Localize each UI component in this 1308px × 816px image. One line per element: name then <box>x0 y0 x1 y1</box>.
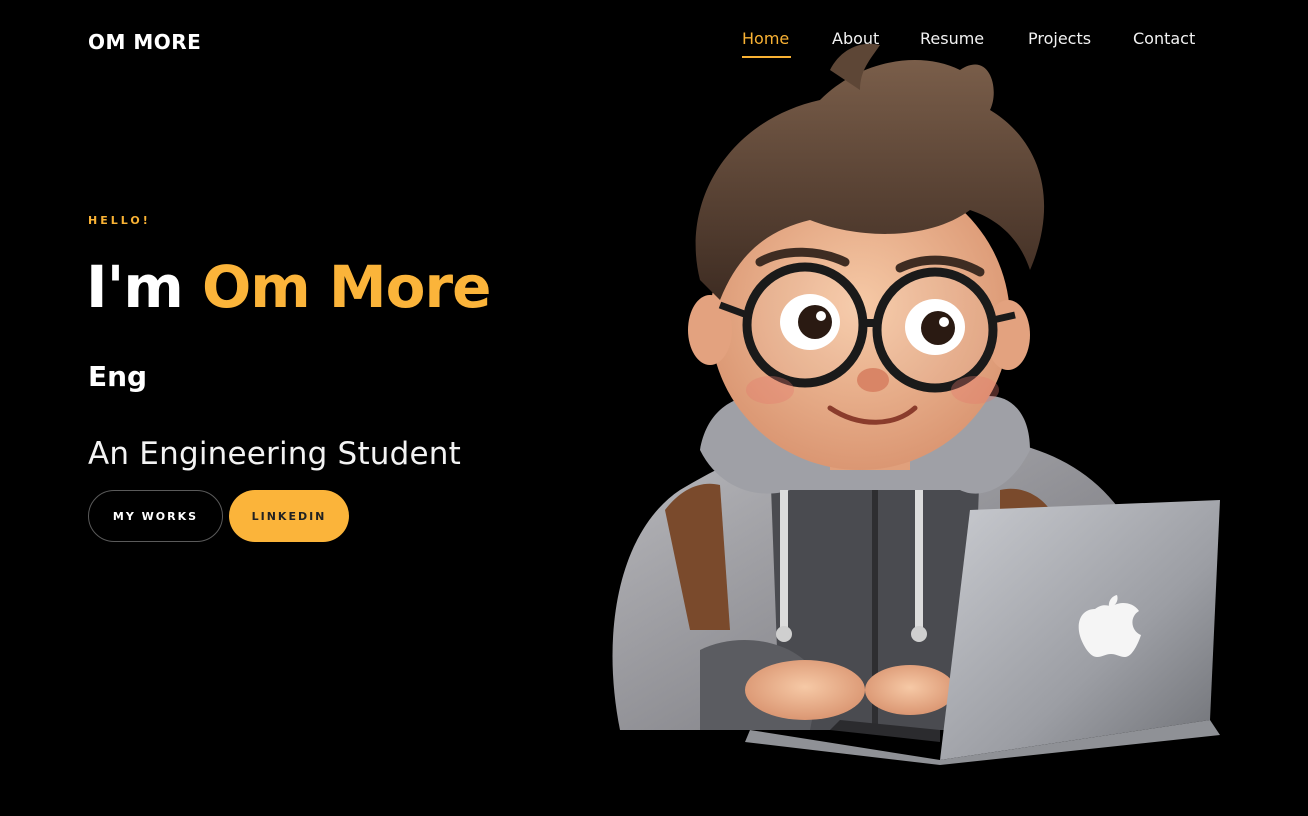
hero-role: An Engineering Student <box>88 436 461 472</box>
brand-logo[interactable]: OM MORE <box>88 30 201 54</box>
headline-prefix: I'm <box>86 253 184 321</box>
hero-headline: I'm Om More <box>86 252 491 322</box>
hero-greeting: HELLO! <box>88 214 151 227</box>
my-works-button[interactable]: MY WORKS <box>88 490 223 542</box>
headline-name: Om More <box>201 253 491 321</box>
boy-with-laptop-avatar-icon <box>612 43 1220 765</box>
linkedin-button[interactable]: LINKEDIN <box>229 490 349 542</box>
hero-subtitle: Eng <box>88 360 148 393</box>
